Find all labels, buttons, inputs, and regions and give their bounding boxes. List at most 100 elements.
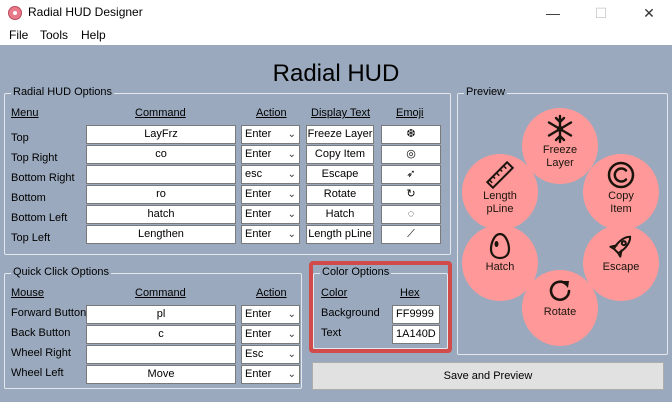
- menu-column-header: Menu: [11, 107, 39, 119]
- action-value-top: Enter: [245, 128, 272, 140]
- command-input-bottom[interactable]: ro: [86, 185, 236, 204]
- rocket-icon: [609, 235, 632, 258]
- emoji-top-left[interactable]: ⟋: [381, 225, 441, 244]
- hud-item-bottom[interactable]: Rotate: [522, 270, 598, 346]
- action-value-top-right: Enter: [245, 148, 272, 160]
- display-text-top-left[interactable]: Length pLine: [306, 225, 374, 244]
- menu-label-top: Top: [11, 132, 29, 144]
- snowflake-icon: [547, 114, 573, 144]
- close-button[interactable]: ✕: [626, 0, 672, 26]
- ruler-icon: [485, 160, 515, 190]
- chevron-down-icon: ⌄: [287, 309, 296, 320]
- menu-bar: File Tools Help: [0, 26, 672, 45]
- menu-label-bottom: Bottom: [11, 192, 46, 204]
- emoji-bottom-right[interactable]: ➶: [381, 165, 441, 184]
- emoji-bottom-left[interactable]: ◌: [381, 205, 441, 224]
- menu-label-top-left: Top Left: [11, 232, 51, 244]
- command-input-top-right[interactable]: co: [86, 145, 236, 164]
- hud-top-line1: Freeze: [542, 144, 578, 156]
- emoji-top-right[interactable]: ◎: [381, 145, 441, 164]
- hud-item-top-left[interactable]: Length pLine: [462, 154, 538, 230]
- command-input-bottom-right[interactable]: [86, 165, 236, 184]
- emoji-top[interactable]: ❆: [381, 125, 441, 144]
- mouse-label-wheel-left: Wheel Left: [11, 367, 64, 379]
- quick-command-column-header: Command: [135, 287, 186, 299]
- rotate-icon: [549, 280, 571, 301]
- hud-bottom-line1: Rotate: [543, 306, 577, 318]
- menu-file[interactable]: File: [9, 28, 28, 42]
- mouse-label-forward: Forward Button: [11, 307, 87, 319]
- quick-action-value-wheel-left: Enter: [245, 368, 272, 380]
- action-select-top-right[interactable]: Enter ⌄: [241, 145, 300, 164]
- display-text-bottom[interactable]: Rotate: [306, 185, 374, 204]
- display-text-top[interactable]: Freeze Layer: [306, 125, 374, 144]
- mouse-column-header: Mouse: [11, 287, 45, 299]
- save-and-preview-button[interactable]: Save and Preview: [312, 362, 664, 390]
- egg-icon: [489, 232, 511, 260]
- quick-action-column-header: Action: [256, 287, 287, 299]
- action-value-bottom: Enter: [245, 188, 272, 200]
- minimize-button[interactable]: —: [530, 0, 576, 26]
- hud-top-right-line1: Copy: [608, 190, 634, 202]
- quick-command-input-forward[interactable]: pl: [86, 305, 236, 324]
- menu-label-bottom-left: Bottom Left: [11, 212, 68, 224]
- action-select-bottom[interactable]: Enter ⌄: [241, 185, 300, 204]
- radial-hud-options-title: Radial HUD Options: [11, 86, 115, 98]
- hud-top-line2: Layer: [546, 157, 574, 169]
- page-title: Radial HUD: [272, 60, 400, 87]
- emoji-bottom[interactable]: ↻: [381, 185, 441, 204]
- quick-action-select-back[interactable]: Enter ⌄: [241, 325, 300, 344]
- display-text-bottom-left[interactable]: Hatch: [306, 205, 374, 224]
- window-title: Radial HUD Designer: [28, 5, 143, 19]
- command-column-header: Command: [135, 107, 186, 119]
- action-select-bottom-right[interactable]: esc ⌄: [241, 165, 300, 184]
- mouse-label-back: Back Button: [11, 327, 71, 339]
- quick-click-options-title: Quick Click Options: [11, 266, 111, 278]
- hud-bottom-right-line1: Escape: [602, 261, 640, 273]
- command-input-bottom-left[interactable]: hatch: [86, 205, 236, 224]
- hud-item-top-right[interactable]: Copy Item: [583, 154, 659, 230]
- chevron-down-icon: ⌄: [287, 329, 296, 340]
- chevron-down-icon: ⌄: [287, 189, 296, 200]
- command-input-top-left[interactable]: Lengthen: [86, 225, 236, 244]
- action-value-top-left: Enter: [245, 228, 272, 240]
- quick-action-value-forward: Enter: [245, 308, 272, 320]
- chevron-down-icon: ⌄: [287, 169, 296, 180]
- chevron-down-icon: ⌄: [287, 129, 296, 140]
- menu-help[interactable]: Help: [81, 28, 106, 42]
- copyright-icon: [607, 161, 635, 189]
- client-area: Radial HUD Radial HUD Options Menu Comma…: [0, 45, 672, 402]
- hud-top-left-line2: pLine: [486, 203, 514, 215]
- action-select-top[interactable]: Enter ⌄: [241, 125, 300, 144]
- quick-action-value-back: Enter: [245, 328, 272, 340]
- quick-action-select-wheel-left[interactable]: Enter ⌄: [241, 365, 300, 384]
- quick-command-input-wheel-right[interactable]: [86, 345, 236, 364]
- action-select-bottom-left[interactable]: Enter ⌄: [241, 205, 300, 224]
- action-value-bottom-left: Enter: [245, 208, 272, 220]
- chevron-down-icon: ⌄: [287, 209, 296, 220]
- maximize-button: ☐: [594, 5, 608, 21]
- title-bar: Radial HUD Designer — ☐ ✕: [0, 0, 672, 26]
- quick-command-input-back[interactable]: c: [86, 325, 236, 344]
- display-text-bottom-right[interactable]: Escape: [306, 165, 374, 184]
- action-value-bottom-right: esc: [245, 168, 263, 180]
- display-text-top-right[interactable]: Copy Item: [306, 145, 374, 164]
- quick-action-value-wheel-right: Esc: [245, 348, 264, 360]
- hud-item-bottom-right[interactable]: Escape: [583, 225, 659, 301]
- chevron-down-icon: ⌄: [287, 349, 296, 360]
- action-select-top-left[interactable]: Enter ⌄: [241, 225, 300, 244]
- quick-command-input-wheel-left[interactable]: Move: [86, 365, 236, 384]
- menu-tools[interactable]: Tools: [40, 28, 68, 42]
- chevron-down-icon: ⌄: [287, 369, 296, 380]
- hud-top-left-line1: Length: [483, 190, 517, 202]
- hud-item-bottom-left[interactable]: Hatch: [462, 225, 538, 301]
- command-input-top[interactable]: LayFrz: [86, 125, 236, 144]
- quick-action-select-forward[interactable]: Enter ⌄: [241, 305, 300, 324]
- mouse-label-wheel-right: Wheel Right: [11, 347, 71, 359]
- action-column-header: Action: [256, 107, 287, 119]
- menu-label-top-right: Top Right: [11, 152, 58, 164]
- quick-action-select-wheel-right[interactable]: Esc ⌄: [241, 345, 300, 364]
- hud-item-top[interactable]: Freeze Layer: [522, 108, 598, 184]
- color-options-highlight: [309, 261, 452, 353]
- emoji-column-header: Emoji: [396, 107, 424, 119]
